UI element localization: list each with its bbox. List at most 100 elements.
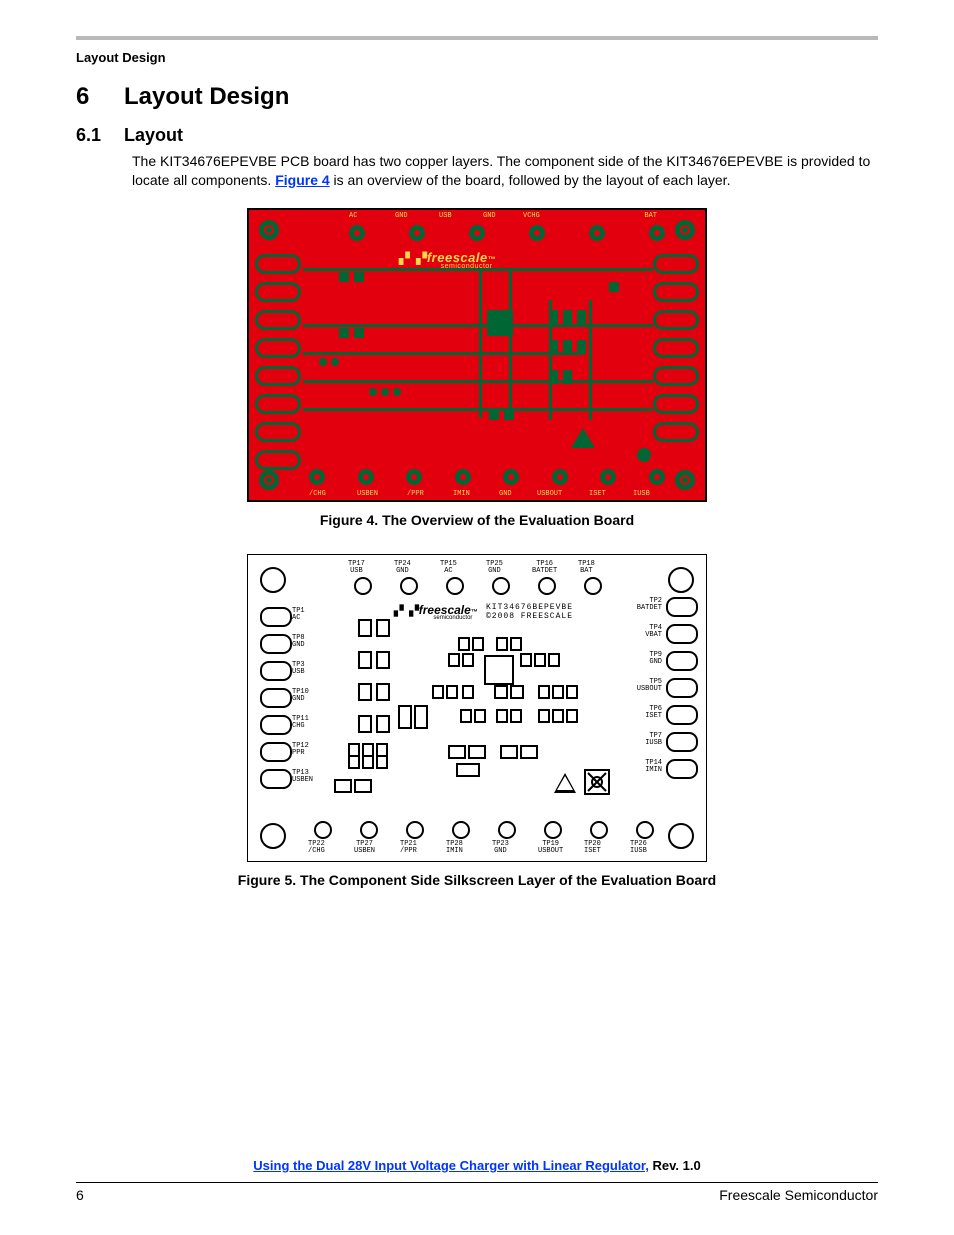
freescale-logo: ▖▘▗▝freescale™ semiconductor <box>399 250 496 270</box>
no-touch-icon <box>584 769 610 795</box>
silkscreen-image: ▖▘▗▝freescale™ semiconductor KIT34676BEP… <box>247 554 707 862</box>
running-head: Layout Design <box>76 50 878 65</box>
test-point-icon <box>400 577 418 595</box>
edge-connector-icon <box>255 394 301 414</box>
page-number: 6 <box>76 1187 84 1203</box>
body-paragraph: The KIT34676EPEVBE PCB board has two cop… <box>132 152 878 190</box>
footer-doc-link[interactable]: Using the Dual 28V Input Voltage Charger… <box>253 1158 649 1173</box>
edge-connector-icon <box>653 310 699 330</box>
mounting-hole-icon <box>675 470 695 490</box>
edge-connector-icon <box>666 651 698 671</box>
edge-connector-label: TP9 GND <box>630 652 662 666</box>
edge-connector-icon <box>666 732 698 752</box>
test-point-icon <box>360 821 378 839</box>
test-point-label: TP21 /PPR <box>400 841 417 855</box>
test-point-icon <box>636 821 654 839</box>
edge-connector-icon <box>666 624 698 644</box>
edge-connector-icon <box>255 338 301 358</box>
footer-rule <box>76 1182 878 1183</box>
subsection-heading: 6.1Layout <box>76 125 878 146</box>
test-point-label: TP25 GND <box>486 561 503 575</box>
edge-connector-icon <box>260 769 292 789</box>
edge-connector-icon <box>255 310 301 330</box>
mounting-hole-icon <box>259 220 279 240</box>
esd-triangle-icon <box>554 773 576 793</box>
board-id-text: KIT34676BEPEVBE ©2008 FREESCALE <box>486 603 573 621</box>
test-point-icon <box>452 821 470 839</box>
subsection-number: 6.1 <box>76 125 124 146</box>
edge-connector-icon <box>260 742 292 762</box>
edge-connector-label: TP14 IMIN <box>630 760 662 774</box>
edge-connector-icon <box>255 450 301 470</box>
edge-connector-icon <box>653 422 699 442</box>
edge-connector-icon <box>653 366 699 386</box>
para-text-2: is an overview of the board, followed by… <box>330 172 731 188</box>
mounting-hole-icon <box>668 823 694 849</box>
edge-connector-label: TP1 AC <box>292 608 305 622</box>
test-point-label: TP27 USBEN <box>354 841 375 855</box>
test-point-label: TP17 USB <box>348 561 365 575</box>
edge-connector-label: TP6 ISET <box>630 706 662 720</box>
edge-connector-label: TP10 GND <box>292 689 309 703</box>
test-point-icon <box>544 821 562 839</box>
top-rule <box>76 36 878 40</box>
edge-connector-icon <box>653 282 699 302</box>
edge-connector-icon <box>255 254 301 274</box>
edge-connector-icon <box>255 422 301 442</box>
test-point-label: TP22 /CHG <box>308 841 325 855</box>
edge-connector-icon <box>666 678 698 698</box>
figure-4-link[interactable]: Figure 4 <box>275 172 329 188</box>
edge-connector-label: TP4 VBAT <box>630 625 662 639</box>
figure-5-caption: Figure 5. The Component Side Silkscreen … <box>76 872 878 888</box>
test-point-label: TP24 GND <box>394 561 411 575</box>
edge-connector-icon <box>260 661 292 681</box>
subsection-title-text: Layout <box>124 125 183 145</box>
test-point-icon <box>538 577 556 595</box>
test-point-icon <box>498 821 516 839</box>
test-point-icon <box>314 821 332 839</box>
ic-outline-icon <box>484 655 514 685</box>
edge-connector-label: TP3 USB <box>292 662 305 676</box>
edge-connector-label: TP13 USBEN <box>292 770 313 784</box>
footer: Using the Dual 28V Input Voltage Charger… <box>76 1158 878 1173</box>
edge-connector-icon <box>260 634 292 654</box>
figure-5: ▖▘▗▝freescale™ semiconductor KIT34676BEP… <box>76 554 878 862</box>
ic-chip-icon <box>487 310 513 336</box>
edge-connector-label: TP11 CHG <box>292 716 309 730</box>
edge-connector-icon <box>666 759 698 779</box>
edge-connector-label: TP8 GND <box>292 635 305 649</box>
footer-rev: Rev. 1.0 <box>649 1158 701 1173</box>
footer-vendor: Freescale Semiconductor <box>719 1187 878 1203</box>
edge-connector-label: TP7 IUSB <box>630 733 662 747</box>
edge-connector-icon <box>260 715 292 735</box>
edge-connector-icon <box>666 705 698 725</box>
edge-connector-icon <box>653 394 699 414</box>
test-point-icon <box>354 577 372 595</box>
test-point-label: TP16 BATDET <box>532 561 557 575</box>
mounting-hole-icon <box>668 567 694 593</box>
esd-triangle-icon <box>571 428 595 448</box>
test-point-icon <box>584 577 602 595</box>
section-heading: 6Layout Design <box>76 83 878 111</box>
test-point-label: TP18 BAT <box>578 561 595 575</box>
edge-connector-icon <box>653 254 699 274</box>
test-point-icon <box>446 577 464 595</box>
test-point-label: TP23 GND <box>492 841 509 855</box>
section-title-text: Layout Design <box>124 83 289 110</box>
test-point-label: TP15 AC <box>440 561 457 575</box>
edge-connector-icon <box>260 607 292 627</box>
test-point-icon <box>590 821 608 839</box>
section-number: 6 <box>76 83 124 111</box>
pcb-overview-image: ▖▘▗▝freescale™ semiconductor AC GND USB … <box>247 208 707 502</box>
edge-connector-label: TP2 BATDET <box>630 598 662 612</box>
edge-connector-icon <box>255 282 301 302</box>
edge-connector-icon <box>653 338 699 358</box>
test-point-label: TP26 IUSB <box>630 841 647 855</box>
edge-connector-icon <box>255 366 301 386</box>
test-point-label: TP20 ISET <box>584 841 601 855</box>
mounting-hole-icon <box>260 567 286 593</box>
edge-connector-label: TP12 PPR <box>292 743 309 757</box>
test-point-icon <box>492 577 510 595</box>
figure-4-caption: Figure 4. The Overview of the Evaluation… <box>76 512 878 528</box>
freescale-logo: ▖▘▗▝freescale™ semiconductor <box>394 603 478 621</box>
